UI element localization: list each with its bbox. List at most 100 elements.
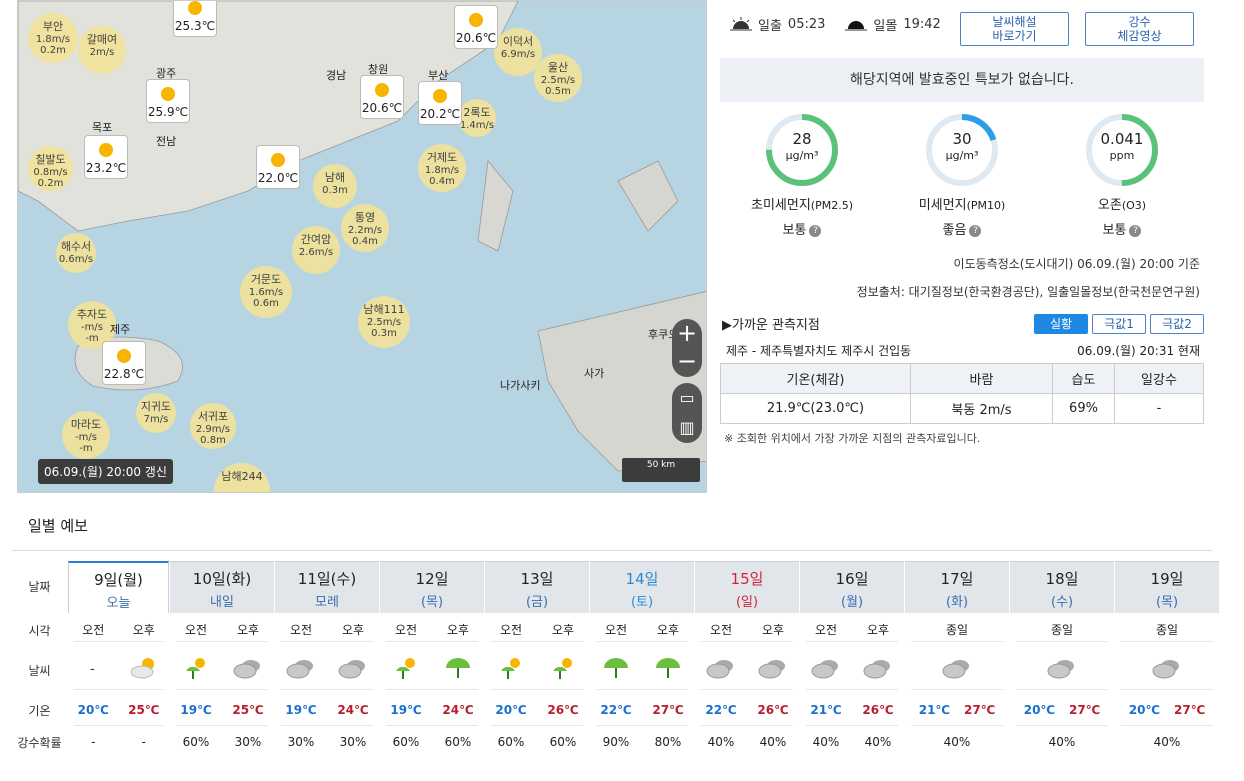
station-marker[interactable]: 거문도 1.6m/s 0.6m <box>240 266 292 318</box>
day-header: 11일(수) 모레 <box>275 561 379 613</box>
weather-temp: 25.3℃ <box>174 19 216 33</box>
pop-row: 30% 30% <box>275 735 379 749</box>
weather-marker[interactable]: 23.2℃ <box>84 135 128 179</box>
temp-row: 22℃ 27℃ <box>590 703 694 717</box>
tab-current[interactable]: 실황 <box>1034 314 1088 334</box>
station-marker[interactable]: 남해 0.3m <box>313 164 357 208</box>
station-name: 이덕서 <box>502 35 534 48</box>
station-marker[interactable]: 지귀도 7m/s <box>136 393 176 433</box>
weather-marker[interactable]: 22.8℃ <box>102 341 146 385</box>
umbrella-icon <box>656 658 680 678</box>
day-weekday: (금) <box>525 595 549 610</box>
gauge-sublabel: (PM10) <box>966 199 1006 212</box>
weather-commentary-button[interactable]: 날씨해설 바로가기 <box>960 12 1069 46</box>
pop-cell: 90% <box>602 735 630 749</box>
station-marker[interactable]: 간여암 2.6m/s <box>292 226 340 274</box>
sun-icon <box>375 83 389 97</box>
city-label: 창원 <box>368 63 389 76</box>
weather-marker[interactable]: 20.6℃ <box>360 75 404 119</box>
weather-row <box>170 655 274 684</box>
weather-row <box>1115 655 1219 684</box>
tab-extreme2[interactable]: 극값2 <box>1150 314 1204 334</box>
weather-marker[interactable]: 20.2℃ <box>418 81 462 125</box>
station-marker[interactable]: 서귀포 2.9m/s 0.8m <box>190 403 236 449</box>
temp-max: 24℃ <box>337 703 369 717</box>
row-divider <box>701 641 793 642</box>
city-label: 나가사키 <box>500 379 541 392</box>
row-divider <box>806 689 898 690</box>
row-divider <box>1121 689 1213 690</box>
row-divider <box>1016 689 1108 690</box>
weather-cell <box>905 655 1009 684</box>
station-marker[interactable]: 2록도 1.4m/s <box>458 99 496 137</box>
city-label: 제주 <box>110 323 131 336</box>
air-station-info: 이도동측정소(도시대기) 06.09.(월) 20:00 기준 <box>953 257 1200 271</box>
temp-row: 20℃ 27℃ <box>1010 703 1114 717</box>
weather-marker[interactable]: 20.6℃ <box>454 5 498 49</box>
station-name: 남해111 <box>363 303 405 316</box>
weather-marker[interactable]: 22.0℃ <box>256 145 300 189</box>
temp-min: 20℃ <box>495 703 527 717</box>
info-panel: 일출 05:23 일몰 19:42 날씨해설 바로가기 강수 체감영상 해당지역… <box>720 0 1204 460</box>
btn1-line2: 바로가기 <box>992 29 1037 43</box>
station-value: 0.6m <box>253 298 279 310</box>
row-divider <box>491 641 583 642</box>
station-name: 지귀도 <box>140 400 172 413</box>
precip-video-button[interactable]: 강수 체감영상 <box>1085 12 1194 46</box>
day-weekday: (목) <box>1155 595 1179 610</box>
pop-row: -- <box>68 735 169 749</box>
time-row: 종일 <box>905 621 1009 638</box>
station-marker[interactable]: 해수서 0.6m/s <box>56 233 96 273</box>
station-value: 0.6m/s <box>58 253 94 265</box>
pop-cell: 40% <box>1048 735 1076 749</box>
station-marker[interactable]: 칠발도 0.8m/s 0.2m <box>28 146 73 191</box>
day-date: 13일 <box>520 570 554 588</box>
gauge-status: 좋음 <box>942 223 967 238</box>
station-marker[interactable]: 부안 1.8m/s 0.2m <box>28 13 78 63</box>
weather-marker[interactable]: 25.9℃ <box>146 79 190 123</box>
station-value: 0.4m <box>429 176 455 188</box>
station-marker[interactable]: 남해111 2.5m/s 0.3m <box>358 296 410 348</box>
sunrise-time: 05:23 <box>787 17 826 32</box>
forecast-day: 11일(수) 모레 오전 오후 19℃ 24℃ 30% 30% <box>275 561 379 761</box>
obs-header: 일강수 <box>1114 363 1204 394</box>
station-marker[interactable]: 갈매여 2m/s <box>78 26 126 74</box>
weather-cell <box>747 655 799 684</box>
day-weekday: (토) <box>630 595 654 610</box>
pop-cell: - <box>91 735 96 749</box>
station-value: 1.8m/s <box>35 33 71 45</box>
help-icon[interactable]: ? <box>809 224 822 237</box>
tab-extreme1[interactable]: 극값1 <box>1092 314 1146 334</box>
weather-cell <box>800 655 852 684</box>
sunrise-label: 일출 <box>758 19 782 34</box>
station-value: 1.4m/s <box>459 119 495 131</box>
station-marker[interactable]: 울산 2.5m/s 0.5m <box>534 54 582 102</box>
pop-cell: 40% <box>812 735 840 749</box>
temp-max: 27℃ <box>1069 703 1101 717</box>
pop-row: 90% 80% <box>590 735 694 749</box>
help-icon[interactable]: ? <box>969 224 982 237</box>
station-marker[interactable]: 마라도 -m/s -m <box>62 411 110 459</box>
gauge-label: 오존 <box>1097 198 1122 213</box>
obs-header: 기온(체감) <box>720 363 911 394</box>
time-row: 종일 <box>1115 621 1219 638</box>
ruler-icon[interactable]: ▭ <box>672 383 702 413</box>
pop-cell: 80% <box>654 735 682 749</box>
gauge-status: 보통 <box>782 223 807 238</box>
help-icon[interactable]: ? <box>1129 224 1142 237</box>
zoom-in-button[interactable]: + <box>672 319 702 348</box>
temp-min: 19℃ <box>180 703 212 717</box>
gauge-label: 초미세먼지 <box>750 198 811 213</box>
zoom-out-button[interactable]: − <box>672 348 702 377</box>
day-weekday: (일) <box>735 595 759 610</box>
temp-row: 19℃ 24℃ <box>275 703 379 717</box>
btn2-line2: 체감영상 <box>1117 29 1162 43</box>
station-marker[interactable]: 거제도 1.8m/s 0.4m <box>418 144 466 192</box>
station-marker[interactable]: 통영 2.2m/s 0.4m <box>341 204 389 252</box>
weather-map[interactable]: 부안 1.8m/s 0.2m 갈매여 2m/s 칠발도 0.8m/s 0.2m 해수서 0.6m/… <box>17 0 707 493</box>
day-weekday: (화) <box>945 595 969 610</box>
btn2-line1: 강수 <box>1128 15 1151 29</box>
obs-note: ※ 조회한 위치에서 가장 가까운 지점의 관측자료입니다. <box>724 432 981 445</box>
weather-marker[interactable]: 25.3℃ <box>173 1 217 37</box>
layers-icon[interactable]: ▥ <box>672 413 702 443</box>
